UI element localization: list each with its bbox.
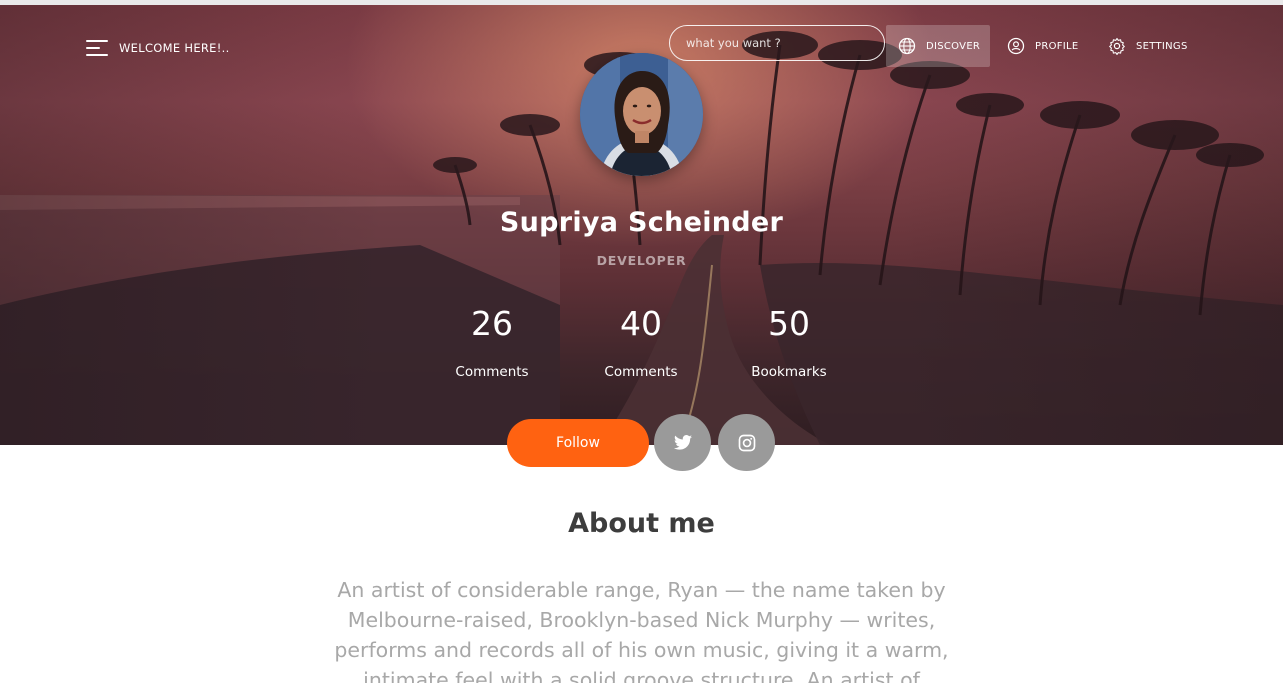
profile-name: Supriya Scheinder [499,207,784,238]
nav-settings-label: SETTINGS [1136,40,1188,52]
nav-discover[interactable]: DISCOVER [886,25,990,67]
stat-label: Comments [604,364,678,380]
avatar [580,53,703,176]
nav-profile[interactable]: PROFILE [1007,25,1093,67]
stat-comments-2: 40 Comments [561,304,721,380]
profile-page: WELCOME HERE!.. DISCOVER PROFILE SETTING… [0,0,1283,683]
user-icon [1007,37,1025,55]
stat-value: 26 [471,304,513,343]
nav-discover-label: DISCOVER [926,40,981,52]
stat-comments-1: 26 Comments [412,304,572,380]
search-input[interactable] [669,25,885,61]
follow-button[interactable]: Follow [507,419,649,467]
avatar-portrait [580,53,703,176]
instagram-icon [738,434,755,451]
twitter-icon [673,435,692,450]
about-title: About me [568,508,715,539]
instagram-button[interactable] [718,414,775,471]
twitter-button[interactable] [654,414,711,471]
stat-label: Bookmarks [751,364,827,380]
stat-bookmarks: 50 Bookmarks [709,304,869,380]
profile-role: DEVELOPER [596,253,687,268]
stat-value: 50 [768,304,810,343]
about-text: An artist of considerable range, Ryan — … [334,578,949,683]
gear-icon [1109,37,1125,55]
globe-icon [898,37,916,55]
hamburger-menu-icon[interactable] [86,39,108,57]
nav-profile-label: PROFILE [1035,40,1079,52]
stat-label: Comments [455,364,529,380]
stat-value: 40 [620,304,662,343]
welcome-text: WELCOME HERE!.. [119,41,230,55]
nav-settings[interactable]: SETTINGS [1108,25,1198,67]
